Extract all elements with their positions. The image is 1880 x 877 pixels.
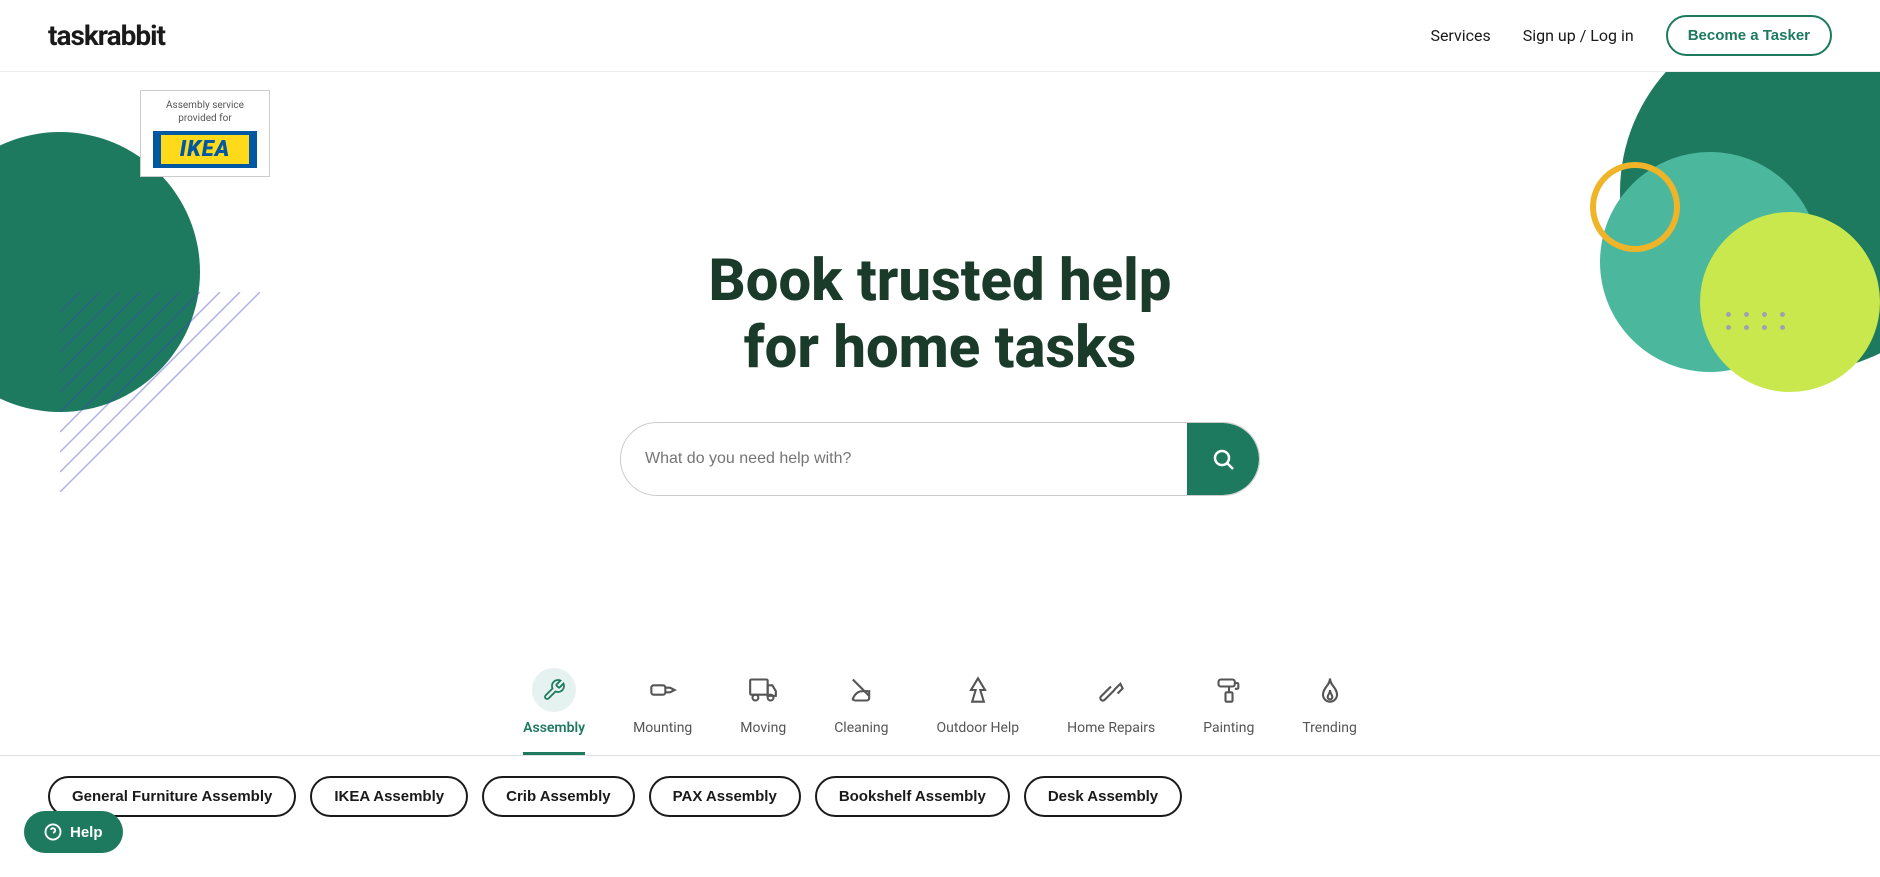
ikea-logo-box: IKEA xyxy=(153,131,257,168)
category-item-assembly[interactable]: Assembly xyxy=(523,668,585,755)
hero-title: Book trusted help for home tasks xyxy=(709,248,1172,381)
category-label-outdoor-help: Outdoor Help xyxy=(936,720,1019,736)
broom-icon xyxy=(839,668,883,712)
category-item-moving[interactable]: Moving xyxy=(740,668,786,755)
navbar: taskrabbit Services Sign up / Log in Bec… xyxy=(0,0,1880,72)
category-label-assembly: Assembly xyxy=(523,720,585,736)
subcategory-pill[interactable]: IKEA Assembly xyxy=(310,776,468,817)
category-item-outdoor-help[interactable]: Outdoor Help xyxy=(936,668,1019,755)
subcategories-bar: General Furniture AssemblyIKEA AssemblyC… xyxy=(0,756,1880,837)
signup-login-link[interactable]: Sign up / Log in xyxy=(1523,26,1634,45)
category-label-moving: Moving xyxy=(740,720,786,736)
category-item-cleaning[interactable]: Cleaning xyxy=(834,668,888,755)
ikea-badge: Assembly service provided for IKEA xyxy=(140,90,270,177)
fire-icon xyxy=(1308,668,1352,712)
decor-dots xyxy=(1726,312,1790,330)
logo[interactable]: taskrabbit xyxy=(48,19,165,52)
subcategory-pill[interactable]: Desk Assembly xyxy=(1024,776,1182,817)
services-link[interactable]: Services xyxy=(1430,26,1490,45)
category-item-painting[interactable]: Painting xyxy=(1203,668,1254,755)
paintroller-icon xyxy=(1207,668,1251,712)
help-icon xyxy=(44,823,62,841)
subcategory-pill[interactable]: PAX Assembly xyxy=(649,776,801,817)
hammer-icon xyxy=(1089,668,1133,712)
category-item-mounting[interactable]: Mounting xyxy=(633,668,692,755)
subcategory-pill[interactable]: Crib Assembly xyxy=(482,776,634,817)
hero-section: Assembly service provided for IKEA xyxy=(0,72,1880,632)
truck-icon xyxy=(741,668,785,712)
tree-icon xyxy=(956,668,1000,712)
hero-content: Book trusted help for home tasks xyxy=(709,248,1172,381)
search-icon xyxy=(1211,447,1235,471)
drill-icon xyxy=(641,668,685,712)
category-label-painting: Painting xyxy=(1203,720,1254,736)
search-input[interactable] xyxy=(621,432,1187,486)
category-label-cleaning: Cleaning xyxy=(834,720,888,736)
decor-lines-left xyxy=(60,292,260,492)
become-tasker-button[interactable]: Become a Tasker xyxy=(1666,15,1832,56)
ikea-badge-text: Assembly service provided for xyxy=(153,99,257,125)
category-label-home-repairs: Home Repairs xyxy=(1067,720,1155,736)
subcategory-pill[interactable]: Bookshelf Assembly xyxy=(815,776,1010,817)
category-item-trending[interactable]: Trending xyxy=(1302,668,1357,755)
nav-links: Services Sign up / Log in Become a Taske… xyxy=(1430,15,1832,56)
category-item-home-repairs[interactable]: Home Repairs xyxy=(1067,668,1155,755)
search-button[interactable] xyxy=(1187,423,1259,495)
search-bar xyxy=(620,422,1260,496)
decor-circle-right-lime xyxy=(1700,212,1880,392)
decor-circle-outline xyxy=(1590,162,1680,252)
ikea-logo: IKEA xyxy=(161,135,249,164)
category-label-trending: Trending xyxy=(1302,720,1357,736)
tools-icon xyxy=(532,668,576,712)
help-button[interactable]: Help xyxy=(24,811,123,853)
categories-bar: Assembly Mounting Moving Cleaning Outdoor He… xyxy=(0,640,1880,756)
category-label-mounting: Mounting xyxy=(633,720,692,736)
